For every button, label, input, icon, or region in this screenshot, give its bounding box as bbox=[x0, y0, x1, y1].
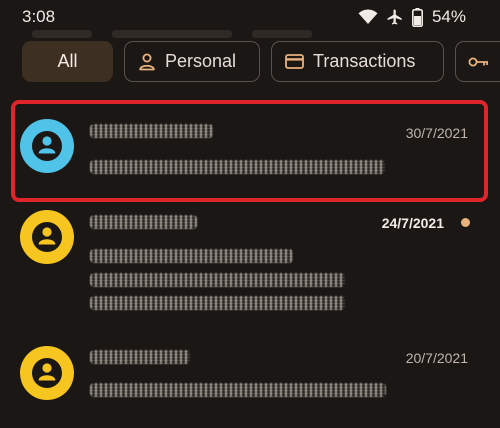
avatar bbox=[20, 210, 74, 264]
chip-personal[interactable]: Personal bbox=[124, 41, 260, 82]
redacted-sender bbox=[90, 215, 197, 229]
redacted-snippet bbox=[90, 383, 386, 397]
chip-transactions[interactable]: Transactions bbox=[271, 41, 444, 82]
filter-chips: All Personal Transactions bbox=[0, 41, 500, 83]
chip-label: Transactions bbox=[313, 51, 416, 71]
redacted-snippet bbox=[90, 273, 345, 287]
battery-percent: 54% bbox=[431, 7, 466, 26]
chip-label: All bbox=[57, 51, 78, 71]
person-icon bbox=[32, 222, 62, 252]
redacted-snippet bbox=[90, 249, 293, 263]
card-icon bbox=[285, 54, 304, 69]
airplane-icon bbox=[386, 8, 404, 26]
list-item[interactable]: 20/7/2021 bbox=[0, 334, 500, 428]
person-icon bbox=[32, 358, 62, 388]
status-icons: 54% bbox=[358, 7, 466, 27]
thread-date: 20/7/2021 bbox=[405, 350, 468, 366]
battery-icon bbox=[411, 7, 423, 27]
scrolled-content-ghost bbox=[22, 28, 322, 40]
list-item[interactable]: 24/7/2021 bbox=[0, 204, 500, 334]
avatar bbox=[20, 346, 74, 400]
chip-otp[interactable] bbox=[455, 41, 500, 82]
wifi-icon bbox=[358, 9, 378, 25]
status-time: 3:08 bbox=[22, 7, 56, 26]
chip-all[interactable]: All bbox=[22, 41, 113, 82]
key-icon bbox=[468, 55, 490, 69]
chip-label: Personal bbox=[165, 51, 237, 71]
redacted-snippet bbox=[90, 296, 345, 310]
highlight-annotation bbox=[11, 100, 488, 202]
person-icon bbox=[139, 53, 155, 71]
redacted-sender bbox=[90, 350, 190, 364]
thread-date: 24/7/2021 bbox=[381, 215, 444, 231]
unread-indicator bbox=[461, 218, 470, 227]
